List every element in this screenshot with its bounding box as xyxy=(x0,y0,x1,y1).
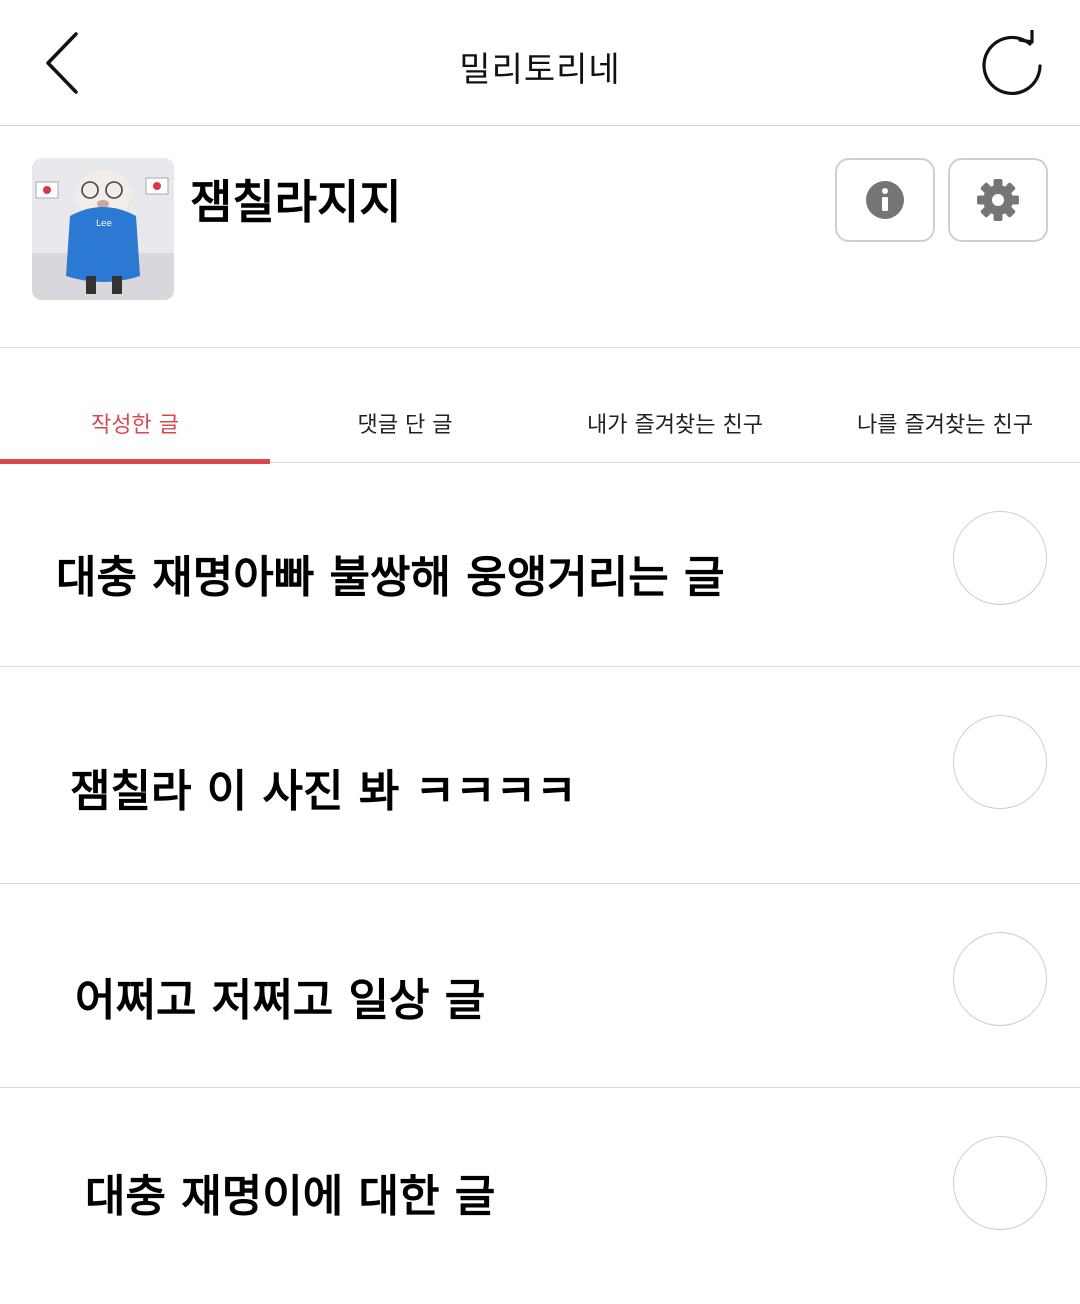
list-item[interactable]: 대충 재명아빠 불쌍해 웅앵거리는 글 xyxy=(0,463,1080,667)
tab-bar: 작성한 글 댓글 단 글 내가 즐겨찾는 친구 나를 즐겨찾는 친구 xyxy=(0,348,1080,464)
tab-commented-posts[interactable]: 댓글 단 글 xyxy=(270,348,540,463)
list-item[interactable]: 잼칠라 이 사진 봐 ㅋㅋㅋㅋ xyxy=(0,667,1080,884)
select-circle[interactable] xyxy=(953,715,1047,809)
list-item[interactable]: 대충 재명이에 대한 글 xyxy=(0,1088,1080,1304)
refresh-button[interactable] xyxy=(976,28,1048,98)
profile-section: Lee 잼칠라지지 xyxy=(0,126,1080,348)
profile-name: 잼칠라지지 xyxy=(190,175,402,229)
avatar[interactable]: Lee xyxy=(32,158,174,300)
select-circle[interactable] xyxy=(953,511,1047,605)
page-title: 밀리토리네 xyxy=(459,50,621,90)
refresh-icon xyxy=(982,28,1042,96)
app-screen: 밀리토리네 Lee 잼칠라지지 작성한 글 댓글 단 글 내가 즐겨찾는 친구 … xyxy=(0,0,1080,1304)
post-title: 대충 재명아빠 불쌍해 웅앵거리는 글 xyxy=(56,552,725,603)
tab-written-posts[interactable]: 작성한 글 xyxy=(0,348,270,464)
select-circle[interactable] xyxy=(953,1136,1047,1230)
tab-my-favorites[interactable]: 내가 즐겨찾는 친구 xyxy=(540,348,810,463)
select-circle[interactable] xyxy=(953,932,1047,1026)
post-title: 잼칠라 이 사진 봐 ㅋㅋㅋㅋ xyxy=(70,766,577,817)
tab-favorited-by[interactable]: 나를 즐겨찾는 친구 xyxy=(810,348,1080,463)
post-title: 어쩌고 저쩌고 일상 글 xyxy=(75,975,486,1026)
info-button[interactable] xyxy=(835,158,935,242)
top-header: 밀리토리네 xyxy=(0,0,1080,126)
svg-text:Lee: Lee xyxy=(96,219,112,229)
settings-button[interactable] xyxy=(948,158,1048,242)
gear-icon xyxy=(977,179,1019,221)
avatar-image: Lee xyxy=(32,158,174,300)
info-icon xyxy=(866,181,904,219)
list-item[interactable]: 어쩌고 저쩌고 일상 글 xyxy=(0,884,1080,1088)
post-title: 대충 재명이에 대한 글 xyxy=(85,1171,496,1222)
